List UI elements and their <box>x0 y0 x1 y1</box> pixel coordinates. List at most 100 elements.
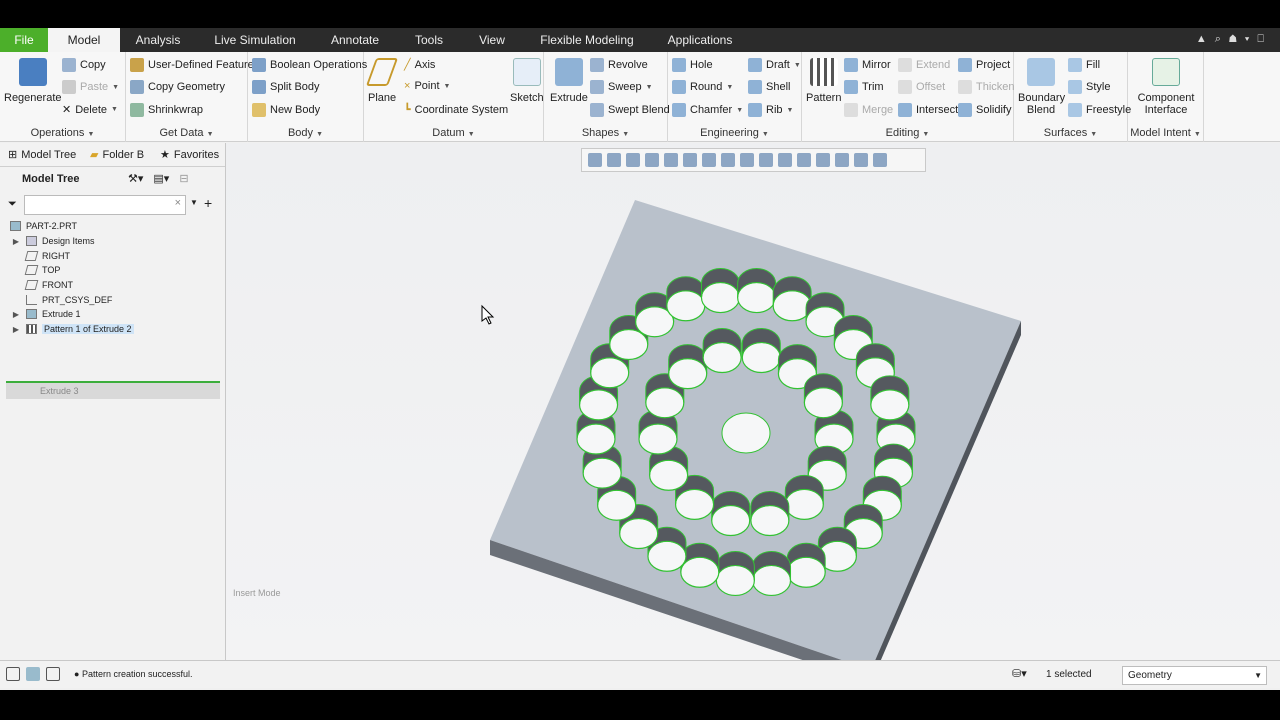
shell-button[interactable]: Shell <box>748 80 790 94</box>
selection-filter-dropdown[interactable]: Geometry ▼ <box>1122 666 1267 685</box>
center-hole <box>721 412 771 454</box>
chamfer-button[interactable]: Chamfer ▼ <box>672 103 743 117</box>
user-defined-feature-button[interactable]: User-Defined Feature <box>130 58 254 72</box>
tree-item-selected[interactable]: ▶ Pattern 1 of Extrude 2 <box>0 322 226 337</box>
star-icon: ★ <box>160 149 170 161</box>
tree-search-input[interactable]: × <box>24 195 186 215</box>
filter-tree-icon[interactable]: ⊟ <box>179 172 188 185</box>
copy-geometry-button[interactable]: Copy Geometry <box>130 80 225 94</box>
group-label[interactable]: Get Data ▼ <box>126 127 247 139</box>
regenerate-button[interactable]: Regenerate <box>4 58 62 104</box>
udf-icon <box>130 58 144 72</box>
mode-label: Insert Mode <box>233 588 281 598</box>
tab-annotate[interactable]: Annotate <box>322 28 388 52</box>
plane-button[interactable]: Plane <box>365 58 399 104</box>
csys-icon: ┗ <box>404 104 411 116</box>
swept-blend-button[interactable]: Swept Blend <box>590 103 670 117</box>
project-button[interactable]: Project <box>958 58 1010 72</box>
fill-icon <box>1068 58 1082 72</box>
component-interface-button[interactable]: Component Interface <box>1132 58 1200 116</box>
tab-model-tree[interactable]: ⊞ Model Tree <box>8 148 76 162</box>
paste-button[interactable]: Paste ▼ <box>62 80 119 94</box>
group-label[interactable]: Body ▼ <box>248 127 363 139</box>
group-label[interactable]: Model Intent ▼ <box>1128 127 1203 139</box>
extrude-button[interactable]: Extrude <box>550 58 588 104</box>
tab-tools[interactable]: Tools <box>406 28 452 52</box>
graphics-viewport[interactable]: Insert Mode <box>226 143 1280 660</box>
tab-applications[interactable]: Applications <box>660 28 740 52</box>
show-icon[interactable]: ▤▾ <box>153 172 169 185</box>
tree-item[interactable]: PRT_CSYS_DEF <box>0 292 226 307</box>
tab-view[interactable]: View <box>470 28 514 52</box>
status-bar: ● Pattern creation successful. ⛁▾ 1 sele… <box>0 660 1280 688</box>
group-label[interactable]: Editing ▼ <box>802 127 1013 139</box>
tab-folder-browser[interactable]: ▰ Folder B <box>90 148 144 162</box>
freestyle-button[interactable]: Freestyle <box>1068 103 1131 117</box>
group-datum: Plane ╱ Axis × Point ▼ ┗ Coordinate System S… <box>364 52 544 142</box>
new-body-button[interactable]: New Body <box>252 103 320 117</box>
tree-item[interactable]: ▶ Extrude 1 <box>0 307 226 322</box>
rib-button[interactable]: Rib ▼ <box>748 103 793 117</box>
tree-item[interactable]: PART-2.PRT <box>0 219 226 234</box>
selection-count[interactable]: 1 selected <box>1046 669 1092 680</box>
style-button[interactable]: Style <box>1068 80 1110 94</box>
tree-item[interactable]: FRONT <box>0 278 226 293</box>
tab-favorites[interactable]: ★ Favorites <box>160 148 219 162</box>
tree-item[interactable]: RIGHT <box>0 248 226 263</box>
fill-button[interactable]: Fill <box>1068 58 1100 72</box>
filter-icon[interactable]: ⏷ <box>8 198 17 211</box>
search-dropdown-icon[interactable]: ▼ <box>190 198 198 207</box>
binoculars-icon[interactable]: ⛁▾ <box>1012 667 1027 680</box>
boolean-operations-button[interactable]: Boolean Operations <box>252 58 367 72</box>
shell-icon <box>748 80 762 94</box>
shrinkwrap-button[interactable]: Shrinkwrap <box>130 103 203 117</box>
draft-button[interactable]: Draft ▼ <box>748 58 801 72</box>
axis-button[interactable]: ╱ Axis <box>404 58 435 72</box>
tab-model[interactable]: Model <box>48 28 120 52</box>
thicken-button[interactable]: Thicken <box>958 80 1015 94</box>
trim-button[interactable]: Trim <box>844 80 884 94</box>
sketch-button[interactable]: Sketch <box>510 58 544 104</box>
revolve-button[interactable]: Revolve <box>590 58 648 72</box>
boundary-blend-button[interactable]: Boundary Blend <box>1018 58 1065 116</box>
pattern-button[interactable]: Pattern <box>806 58 841 104</box>
status-icons[interactable] <box>6 667 60 681</box>
solidify-icon <box>958 103 972 117</box>
tree-item[interactable]: ▶ Design Items <box>0 234 226 249</box>
mirror-button[interactable]: Mirror <box>844 58 891 72</box>
group-label[interactable]: Surfaces ▼ <box>1014 127 1127 139</box>
add-icon[interactable]: + <box>204 195 212 211</box>
tree-item[interactable]: TOP <box>0 263 226 278</box>
coordinate-system-button[interactable]: ┗ Coordinate System <box>404 103 508 117</box>
offset-button[interactable]: Offset <box>898 80 945 94</box>
tab-flexible-modeling[interactable]: Flexible Modeling <box>532 28 642 52</box>
group-label[interactable]: Shapes ▼ <box>544 127 667 139</box>
solidify-button[interactable]: Solidify <box>958 103 1011 117</box>
group-label[interactable]: Engineering ▼ <box>668 127 801 139</box>
group-label[interactable]: Datum ▼ <box>364 127 543 139</box>
intersect-button[interactable]: Intersect <box>898 103 958 117</box>
window-controls[interactable]: ▲⌕☗▾⎕ <box>1196 33 1272 46</box>
clear-icon[interactable]: × <box>175 197 181 209</box>
copy-button[interactable]: Copy <box>62 58 106 72</box>
round-button[interactable]: Round ▼ <box>672 80 733 94</box>
split-body-icon <box>252 80 266 94</box>
extend-button[interactable]: Extend <box>898 58 950 72</box>
merge-button[interactable]: Merge <box>844 103 893 117</box>
hole-button[interactable]: Hole <box>672 58 713 72</box>
tab-file[interactable]: File <box>0 28 48 52</box>
group-label[interactable]: Operations ▼ <box>0 127 125 139</box>
tab-live-simulation[interactable]: Live Simulation <box>206 28 304 52</box>
split-body-button[interactable]: Split Body <box>252 80 320 94</box>
hole-icon <box>672 58 686 72</box>
settings-icon[interactable]: ⚒▾ <box>128 172 143 185</box>
tab-analysis[interactable]: Analysis <box>128 28 188 52</box>
sweep-button[interactable]: Sweep ▼ <box>590 80 653 94</box>
part-model[interactable] <box>226 143 1280 660</box>
point-icon: × <box>404 80 411 92</box>
insert-indicator[interactable]: Extrude 3 <box>6 381 220 399</box>
point-button[interactable]: × Point ▼ <box>404 80 450 92</box>
status-message: ● Pattern creation successful. <box>74 669 193 679</box>
group-engineering: Hole Round ▼ Chamfer ▼ Draft ▼ Shell Rib ▼ E… <box>668 52 802 142</box>
delete-button[interactable]: ✕ Delete ▼ <box>62 103 118 117</box>
